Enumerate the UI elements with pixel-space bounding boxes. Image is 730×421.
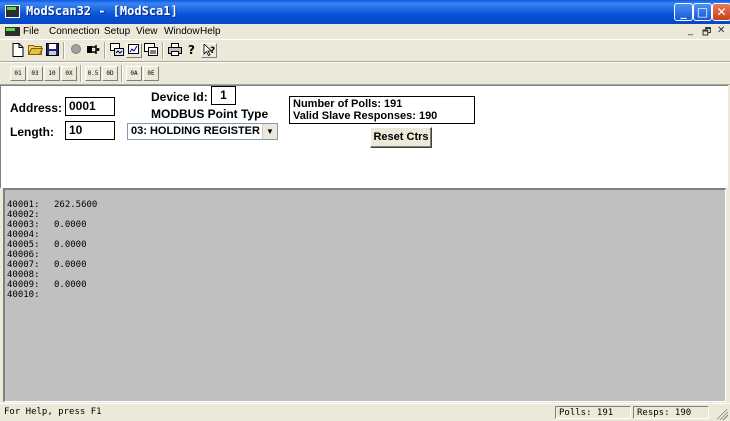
mdi-minimize-button[interactable]: _ <box>688 25 693 36</box>
register-row: 40008: <box>7 270 40 280</box>
register-row: 40001: 262.5600 <box>7 200 98 210</box>
display-icon[interactable] <box>143 43 159 58</box>
display-format-toolbar: 01 03 10 0X 0.5 0D 0A 0E <box>0 62 730 85</box>
toolbar-separator <box>121 65 123 82</box>
point-type-value: 03: HOLDING REGISTER <box>131 125 260 137</box>
svg-text:?: ? <box>210 46 215 56</box>
toolbar-separator <box>104 42 106 59</box>
menu-bar: File Connection Setup View Window Help _… <box>0 24 730 39</box>
context-help-icon[interactable]: ? <box>201 43 217 58</box>
document-icon[interactable] <box>5 27 20 36</box>
toolbar-separator <box>80 65 82 82</box>
register-data-view[interactable]: 40001: 262.5600 40002: 40003: 0.0000 40004… <box>3 188 726 402</box>
address-label: Address: <box>10 101 63 115</box>
hex-format-button[interactable]: 0X <box>61 66 77 81</box>
toolbar-separator <box>162 42 164 59</box>
close-button[interactable]: ✕ <box>712 3 730 21</box>
length-input[interactable]: 10 <box>65 121 115 140</box>
register-row: 40006: <box>7 250 40 260</box>
maximize-button[interactable]: □ <box>693 3 712 21</box>
poll-stats-box: Number of Polls: 191 Valid Slave Respons… <box>289 96 475 124</box>
new-file-icon[interactable] <box>10 43 26 58</box>
device-id-input[interactable]: 1 <box>211 86 236 105</box>
polls-status-panel: Polls: 191 <box>555 406 631 419</box>
save-icon[interactable] <box>44 43 60 58</box>
coil-status-button[interactable]: 01 <box>10 66 26 81</box>
device-id-label: Device Id: <box>151 90 208 104</box>
menu-connection[interactable]: Connection <box>49 26 100 37</box>
register-row: 40004: <box>7 230 40 240</box>
main-toolbar: ? ? <box>0 39 730 62</box>
polls-count: Number of Polls: 191 <box>293 98 403 110</box>
register-row: 40005: 0.0000 <box>7 240 87 250</box>
reset-counters-button[interactable]: Reset Ctrs <box>370 127 432 148</box>
chart-icon[interactable] <box>126 43 142 58</box>
double-format-button[interactable]: 0D <box>102 66 118 81</box>
point-type-select[interactable]: 03: HOLDING REGISTER ▼ <box>127 123 278 140</box>
svg-text:?: ? <box>188 43 195 56</box>
help-icon[interactable]: ? <box>184 43 200 58</box>
app-window: ModScan32 - [ModSca1] _ □ ✕ File Connect… <box>0 0 730 421</box>
minimize-button[interactable]: _ <box>674 3 693 21</box>
valid-responses-count: Valid Slave Responses: 190 <box>293 110 438 122</box>
setup-icon[interactable] <box>109 43 125 58</box>
open-folder-icon[interactable] <box>27 43 43 58</box>
register-row: 40010: <box>7 290 40 300</box>
connect-icon[interactable] <box>85 43 101 58</box>
chevron-down-icon[interactable]: ▼ <box>262 124 277 139</box>
window-title: ModScan32 - [ModSca1] <box>26 4 178 18</box>
help-hint-text: For Help, press F1 <box>4 407 102 417</box>
address-input[interactable]: 0001 <box>65 97 115 116</box>
menu-help[interactable]: Help <box>200 26 221 37</box>
menu-view[interactable]: View <box>136 26 158 37</box>
resize-grip-icon[interactable] <box>717 409 728 420</box>
print-icon[interactable] <box>167 43 183 58</box>
menu-window[interactable]: Window <box>164 26 200 37</box>
app-icon[interactable] <box>5 5 20 18</box>
length-label: Length: <box>10 125 54 139</box>
menu-setup[interactable]: Setup <box>104 26 130 37</box>
register-row: 40009: 0.0000 <box>7 280 87 290</box>
toolbar-separator <box>63 42 65 59</box>
record-icon[interactable] <box>68 43 84 58</box>
point-type-label: MODBUS Point Type <box>151 107 269 121</box>
swapped-format-button[interactable]: 0A <box>126 66 142 81</box>
register-row: 40007: 0.0000 <box>7 260 87 270</box>
mdi-close-button[interactable]: ✕ <box>717 25 725 36</box>
register-row: 40003: 0.0000 <box>7 220 87 230</box>
swapped-double-button[interactable]: 0E <box>143 66 159 81</box>
decimal-format-button[interactable]: 10 <box>44 66 60 81</box>
resps-status-panel: Resps: 190 <box>633 406 709 419</box>
float-format-button[interactable]: 0.5 <box>85 66 101 81</box>
menu-file[interactable]: File <box>23 26 39 37</box>
title-bar[interactable]: ModScan32 - [ModSca1] _ □ ✕ <box>0 0 730 24</box>
input-register-button[interactable]: 03 <box>27 66 43 81</box>
register-row: 40002: <box>7 210 40 220</box>
scan-settings-panel: Address: 0001 Length: 10 Device Id: 1 MO… <box>0 85 728 188</box>
status-bar: For Help, press F1 Polls: 191 Resps: 190 <box>0 403 730 421</box>
